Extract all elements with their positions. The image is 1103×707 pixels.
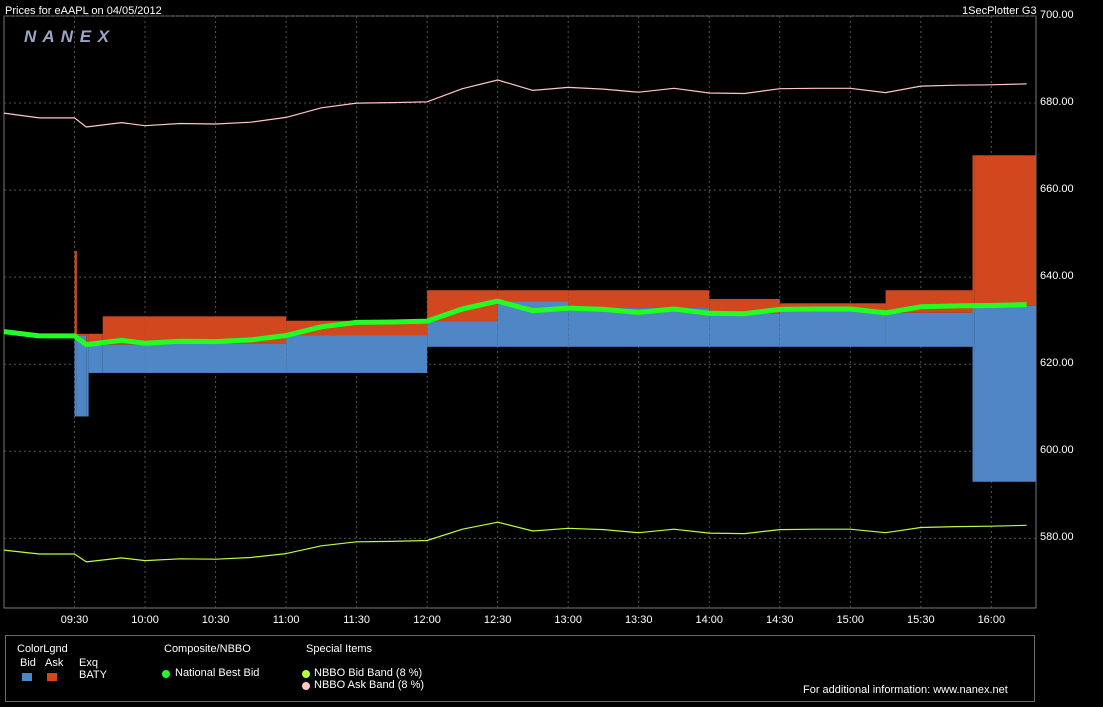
legend-ask-band-label: NBBO Ask Band (8 %): [314, 679, 425, 691]
bid-quote-bar: [972, 305, 975, 482]
nanex-logo: N A N E X: [24, 27, 111, 46]
ask-quote-bar: [497, 290, 569, 302]
bid-color-swatch: [22, 673, 32, 681]
x-tick-label: 12:30: [483, 614, 512, 626]
x-tick-label: 15:30: [907, 614, 935, 626]
x-tick-label: 14:30: [765, 614, 794, 626]
bid-quote-bar: [709, 313, 780, 347]
x-tick-label: 10:00: [131, 614, 159, 626]
legend-nbb-label: National Best Bid: [175, 667, 260, 679]
nbb-marker-icon: [162, 670, 170, 678]
legend-ask-label: Ask: [45, 657, 64, 669]
x-tick-label: 11:00: [272, 614, 300, 626]
x-tick-label: 13:00: [554, 614, 582, 626]
bid-quote-bar: [779, 309, 886, 347]
x-tick-label: 10:30: [201, 614, 230, 626]
bid-quote-bar: [76, 335, 87, 417]
y-tick-label: 620.00: [1040, 357, 1074, 370]
y-tick-label: 600.00: [1040, 444, 1074, 457]
ask-color-swatch: [47, 673, 57, 681]
bid-quote-bar: [145, 343, 287, 373]
x-tick-label: 16:00: [977, 614, 1006, 626]
x-tick-label: 13:30: [624, 614, 653, 626]
bid-quote-bar: [86, 344, 89, 417]
x-tick-label: 09:30: [60, 614, 89, 626]
legend-exchange: BATY: [79, 669, 107, 681]
y-tick-label: 700.00: [1040, 9, 1074, 21]
x-tick-label: 11:30: [343, 614, 370, 626]
legend-exq-label: Exq: [79, 657, 98, 669]
legend-color-title: ColorLgnd: [17, 643, 68, 655]
bid-quote-bar: [427, 321, 498, 347]
bid-quote-bar: [885, 312, 973, 347]
bid-quote-bar: [88, 344, 103, 373]
bid-band-marker-icon: [302, 670, 310, 678]
y-tick-label: 680.00: [1040, 96, 1074, 109]
legend-bid-label: Bid: [20, 657, 36, 669]
x-tick-label: 12:00: [413, 614, 441, 626]
ask-quote-bar: [974, 155, 1036, 306]
bid-quote-bar: [102, 344, 146, 373]
y-tick-label: 660.00: [1040, 183, 1074, 196]
legend-composite-title: Composite/NBBO: [164, 643, 251, 655]
chart-window: Prices for eAAPL on 04/05/2012 1SecPlott…: [0, 0, 1103, 707]
x-tick-label: 15:00: [836, 614, 865, 626]
y-tick-label: 580.00: [1040, 531, 1074, 544]
info-link-text: For additional information: www.nanex.ne…: [803, 684, 1008, 696]
bid-quote-bar: [286, 335, 428, 373]
legend-bid-band-label: NBBO Bid Band (8 %): [314, 667, 423, 679]
ask-quote-bar: [568, 290, 710, 309]
bid-quote-bar: [74, 335, 77, 417]
legend-special-title: Special Items: [306, 643, 373, 655]
price-chart: N A N E X: [3, 15, 1037, 609]
x-tick-label: 14:00: [695, 614, 723, 626]
ask-band-marker-icon: [302, 682, 310, 690]
legend-panel: ColorLgnd Bid Ask Exq BATY Composite/NBB…: [5, 635, 1035, 702]
y-tick-label: 640.00: [1040, 270, 1074, 283]
bid-quote-bar: [974, 305, 1036, 482]
ask-quote-bar: [972, 155, 975, 306]
ask-quote-bar: [74, 251, 77, 336]
